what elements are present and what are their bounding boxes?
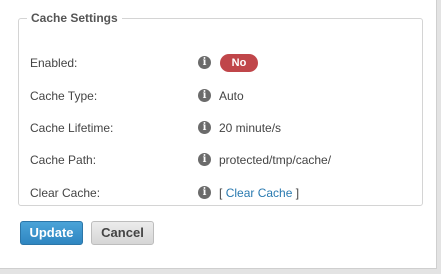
cache-path-value: protected/tmp/cache/ (219, 153, 332, 167)
info-icon[interactable]: i (198, 186, 211, 199)
row-cache-path: Cache Path: i protected/tmp/cache/ (30, 151, 410, 169)
bracket-open: [ (219, 186, 223, 200)
info-icon[interactable]: i (198, 153, 211, 166)
cancel-button[interactable]: Cancel (91, 221, 154, 245)
fieldset-legend: Cache Settings (31, 11, 118, 25)
enabled-toggle-badge[interactable]: No (220, 54, 258, 72)
cache-settings-fieldset: Cache Settings Enabled: i No Cache Type:… (18, 11, 423, 206)
info-icon[interactable]: i (198, 89, 211, 102)
enabled-label: Enabled: (30, 56, 78, 70)
info-icon[interactable]: i (198, 121, 211, 134)
clear-cache-value: [ Clear Cache ] (219, 186, 299, 200)
cache-type-label: Cache Type: (30, 89, 98, 103)
cache-lifetime-value: 20 minute/s (219, 121, 282, 135)
cache-type-value: Auto (219, 89, 244, 103)
row-cache-lifetime: Cache Lifetime: i 20 minute/s (30, 119, 410, 137)
row-clear-cache: Clear Cache: i [ Clear Cache ] (30, 184, 410, 202)
cache-path-label: Cache Path: (30, 153, 97, 167)
clear-cache-link[interactable]: Clear Cache (226, 186, 293, 200)
info-icon[interactable]: i (198, 56, 211, 69)
clear-cache-label: Clear Cache: (30, 186, 101, 200)
row-cache-type: Cache Type: i Auto (30, 87, 410, 105)
update-button[interactable]: Update (20, 221, 83, 245)
row-enabled: Enabled: i No (30, 54, 410, 72)
bracket-close: ] (295, 186, 300, 200)
settings-panel: Cache Settings Enabled: i No Cache Type:… (0, 0, 437, 269)
cache-lifetime-label: Cache Lifetime: (30, 121, 114, 135)
